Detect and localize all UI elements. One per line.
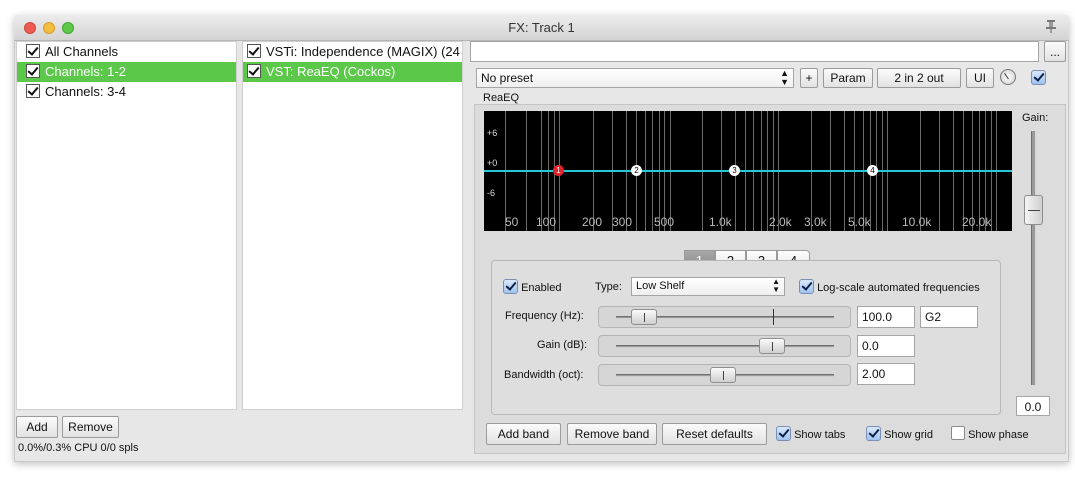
- window-title: FX: Track 1: [508, 20, 575, 35]
- gain-db-slider[interactable]: [598, 335, 851, 357]
- band-node-3[interactable]: 3: [729, 165, 740, 176]
- io-button[interactable]: 2 in 2 out: [877, 68, 961, 88]
- dropdown-arrows-icon: ▲ ▼: [772, 277, 780, 294]
- param-button[interactable]: Param: [823, 68, 873, 88]
- freq-label: 2.0k: [769, 215, 792, 229]
- band-node-4[interactable]: 4: [867, 165, 878, 176]
- fx-item-reaeq[interactable]: VST: ReaEQ (Cockos): [243, 62, 462, 82]
- add-channel-button[interactable]: Add: [16, 416, 58, 438]
- frequency-field[interactable]: 100.0: [857, 306, 915, 328]
- preset-value: No preset: [481, 71, 534, 85]
- fx-item-independence[interactable]: VSTi: Independence (MAGIX) (24 o: [243, 42, 462, 62]
- freq-label: 20.0k: [962, 215, 992, 229]
- freq-label: 100: [536, 215, 557, 229]
- gain-slider-thumb[interactable]: [1024, 195, 1043, 225]
- remove-band-button[interactable]: Remove band: [567, 423, 657, 445]
- checkbox-icon[interactable]: [1031, 70, 1046, 85]
- gain-db-label: Gain (dB):: [537, 339, 588, 351]
- preset-dropdown[interactable]: No preset ▲ ▼: [476, 68, 794, 88]
- ui-button[interactable]: UI: [966, 68, 994, 88]
- wet-knob-icon[interactable]: [1000, 69, 1016, 85]
- checkbox-icon[interactable]: [799, 279, 814, 294]
- checkbox-icon[interactable]: [866, 426, 881, 441]
- channel-list: All Channels Channels: 1-2 Channels: 3-4: [16, 41, 237, 410]
- freq-label: 1.0k: [709, 215, 732, 229]
- freq-label: 5.0k: [848, 215, 871, 229]
- band-node-1[interactable]: 1: [553, 165, 564, 176]
- fx-name-field[interactable]: [470, 41, 1039, 62]
- checkbox-icon[interactable]: [776, 426, 791, 441]
- band-node-2[interactable]: 2: [631, 165, 642, 176]
- note-field[interactable]: G2: [920, 306, 978, 328]
- freq-label: 50: [505, 215, 519, 229]
- bandwidth-field[interactable]: 2.00: [857, 363, 915, 385]
- y-label: -6: [487, 188, 496, 198]
- checkbox-icon[interactable]: [951, 426, 965, 440]
- y-label: +6: [487, 128, 498, 138]
- pin-icon[interactable]: [1044, 19, 1058, 33]
- add-band-button[interactable]: Add band: [486, 423, 561, 445]
- type-label: Type:: [595, 281, 622, 293]
- fx-chain-list: VSTi: Independence (MAGIX) (24 o VST: Re…: [242, 41, 463, 410]
- freq-label: 3.0k: [804, 215, 827, 229]
- gain-db-slider-thumb[interactable]: [759, 338, 785, 354]
- type-value: Low Shelf: [636, 280, 685, 292]
- checkbox-icon[interactable]: [247, 64, 261, 78]
- gain-value-field[interactable]: 0.0: [1016, 396, 1050, 416]
- show-tabs-toggle[interactable]: Show tabs: [776, 426, 845, 441]
- y-label: +0: [487, 158, 498, 168]
- channel-item-all[interactable]: All Channels: [17, 42, 236, 62]
- bypass-checkbox[interactable]: [1031, 70, 1046, 85]
- frequency-label: Frequency (Hz):: [505, 310, 584, 322]
- dropdown-arrows-icon: ▲ ▼: [780, 68, 789, 87]
- more-button[interactable]: ...: [1044, 41, 1066, 62]
- bandwidth-slider[interactable]: [598, 364, 851, 386]
- add-preset-button[interactable]: +: [800, 68, 818, 88]
- show-phase-toggle[interactable]: Show phase: [951, 426, 1029, 441]
- eq-graph[interactable]: +6 +0 -6 1 2 3 4 50 100 200 300 500 1.0k…: [484, 111, 1012, 231]
- log-scale-toggle[interactable]: Log-scale automated frequencies: [799, 279, 980, 294]
- freq-label: 200: [582, 215, 603, 229]
- type-dropdown[interactable]: Low Shelf ▲ ▼: [631, 277, 785, 296]
- checkbox-icon[interactable]: [26, 44, 40, 58]
- gain-slider-track[interactable]: [1031, 131, 1036, 385]
- remove-channel-button[interactable]: Remove: [62, 416, 119, 438]
- checkbox-icon[interactable]: [503, 279, 518, 294]
- checkbox-icon[interactable]: [26, 84, 40, 98]
- show-grid-toggle[interactable]: Show grid: [866, 426, 933, 441]
- frequency-slider[interactable]: [598, 306, 851, 328]
- checkbox-icon[interactable]: [26, 64, 40, 78]
- plugin-name: ReaEQ: [483, 92, 520, 104]
- channel-item-1-2[interactable]: Channels: 1-2: [17, 62, 236, 82]
- freq-label: 500: [654, 215, 675, 229]
- freq-label: 300: [612, 215, 633, 229]
- cpu-status: 0.0%/0.3% CPU 0/0 spls: [18, 442, 139, 454]
- bandwidth-slider-thumb[interactable]: [710, 367, 736, 383]
- enabled-toggle[interactable]: Enabled: [503, 279, 561, 294]
- checkbox-icon[interactable]: [247, 44, 261, 58]
- bandwidth-label: Bandwidth (oct):: [504, 369, 584, 381]
- reset-defaults-button[interactable]: Reset defaults: [662, 423, 767, 445]
- gain-label: Gain:: [1022, 112, 1049, 124]
- freq-label: 10.0k: [902, 215, 932, 229]
- channel-item-3-4[interactable]: Channels: 3-4: [17, 82, 236, 102]
- gain-db-field[interactable]: 0.0: [857, 335, 915, 357]
- frequency-slider-thumb[interactable]: [631, 309, 657, 325]
